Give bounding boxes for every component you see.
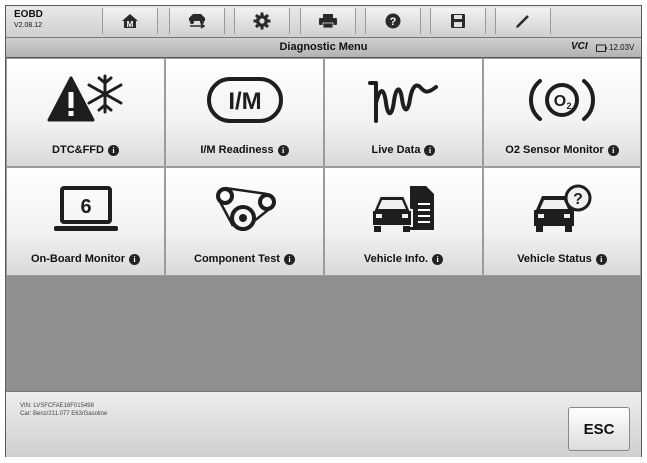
tile-label: Vehicle Info. bbox=[363, 253, 429, 265]
info-icon[interactable]: i bbox=[607, 144, 619, 156]
vehicle-swap-icon bbox=[189, 14, 206, 29]
svg-text:6: 6 bbox=[80, 196, 91, 218]
home-button[interactable]: M bbox=[102, 8, 158, 34]
app-window: EOBD V2.08.12 M ? Diagnostic Menu VCI 12… bbox=[5, 5, 642, 457]
printer-icon bbox=[319, 14, 337, 29]
svg-text:M: M bbox=[127, 20, 134, 29]
esc-button[interactable]: ESC bbox=[568, 407, 630, 451]
info-icon[interactable]: i bbox=[283, 253, 295, 265]
belt-pulley-icon bbox=[215, 186, 276, 231]
svg-text:?: ? bbox=[390, 16, 397, 28]
vehicle-details: VIN: LVSFCFAE16F015498 Car: Benz/211.077… bbox=[20, 402, 107, 418]
car-text: Car: Benz/211.077 E63/Gasoline bbox=[20, 411, 108, 417]
info-icon[interactable]: i bbox=[129, 253, 141, 265]
home-icon: M bbox=[122, 14, 138, 29]
print-button[interactable] bbox=[300, 8, 356, 34]
settings-button[interactable] bbox=[234, 8, 290, 34]
help-icon: ? bbox=[385, 13, 401, 29]
im-icon: I/M bbox=[206, 77, 283, 123]
svg-text:I/M: I/M bbox=[228, 88, 261, 115]
save-button[interactable] bbox=[430, 8, 486, 34]
menu-tile-on-board-monitor[interactable]: 6 On-Board Monitor i bbox=[6, 167, 165, 276]
page-title: Diagnostic Menu bbox=[279, 41, 368, 53]
tile-label: I/M Readiness bbox=[200, 144, 274, 156]
tile-label: O2 Sensor Monitor bbox=[505, 144, 604, 156]
voltage-value: 12.03V bbox=[609, 43, 635, 52]
data-logging-button[interactable] bbox=[495, 8, 551, 34]
vehicle-document-icon bbox=[370, 186, 434, 232]
menu-tile-im-readiness[interactable]: I/M I/M Readiness i bbox=[165, 58, 324, 167]
app-identity: EOBD V2.08.12 bbox=[14, 9, 43, 31]
gear-icon bbox=[253, 12, 271, 30]
top-toolbar: EOBD V2.08.12 M ? bbox=[6, 6, 641, 38]
status-footer: VIN: LVSFCFAE16F015498 Car: Benz/211.077… bbox=[6, 391, 641, 457]
battery-icon bbox=[596, 44, 607, 52]
svg-text:O: O bbox=[554, 93, 566, 110]
monitor-six-icon: 6 bbox=[53, 186, 118, 231]
app-version: V2.08.12 bbox=[14, 22, 43, 29]
tile-label: On-Board Monitor bbox=[30, 253, 126, 265]
title-bar: Diagnostic Menu VCI 12.03V bbox=[6, 38, 641, 58]
waveform-icon bbox=[367, 81, 438, 123]
tile-label: Live Data bbox=[371, 144, 421, 156]
tile-label: Vehicle Status bbox=[517, 253, 592, 265]
menu-tile-dtc-ffd[interactable]: DTC&FFD i bbox=[6, 58, 165, 167]
info-icon[interactable]: i bbox=[107, 144, 119, 156]
svg-text:?: ? bbox=[573, 191, 583, 208]
menu-tile-o2-sensor-monitor[interactable]: O 2 O2 Sensor Monitor i bbox=[483, 58, 641, 167]
vehicle-question-icon: ? bbox=[534, 184, 592, 232]
tile-label: DTC&FFD bbox=[52, 144, 104, 156]
info-icon[interactable]: i bbox=[424, 144, 436, 156]
save-icon bbox=[451, 14, 465, 28]
info-icon[interactable]: i bbox=[595, 253, 607, 265]
pen-icon bbox=[516, 15, 529, 28]
app-name: EOBD bbox=[14, 9, 43, 20]
tile-label: Component Test bbox=[194, 253, 280, 265]
menu-tile-live-data[interactable]: Live Data i bbox=[324, 58, 483, 167]
menu-tile-vehicle-info[interactable]: Vehicle Info. i bbox=[324, 167, 483, 276]
vci-status: VCI bbox=[571, 41, 588, 52]
info-icon[interactable]: i bbox=[277, 144, 289, 156]
o2-sensor-icon: O 2 bbox=[529, 79, 595, 121]
vin-text: VIN: LVSFCFAE16F015498 bbox=[20, 403, 94, 409]
menu-tile-vehicle-status[interactable]: ? Vehicle Status i bbox=[483, 167, 641, 276]
help-button[interactable]: ? bbox=[365, 8, 421, 34]
menu-tile-component-test[interactable]: Component Test i bbox=[165, 167, 324, 276]
warning-snowflake-icon bbox=[47, 74, 122, 122]
battery-voltage: 12.03V bbox=[596, 43, 634, 52]
svg-text:2: 2 bbox=[566, 101, 571, 111]
info-icon[interactable]: i bbox=[432, 253, 444, 265]
vehicle-swap-button[interactable] bbox=[169, 8, 225, 34]
